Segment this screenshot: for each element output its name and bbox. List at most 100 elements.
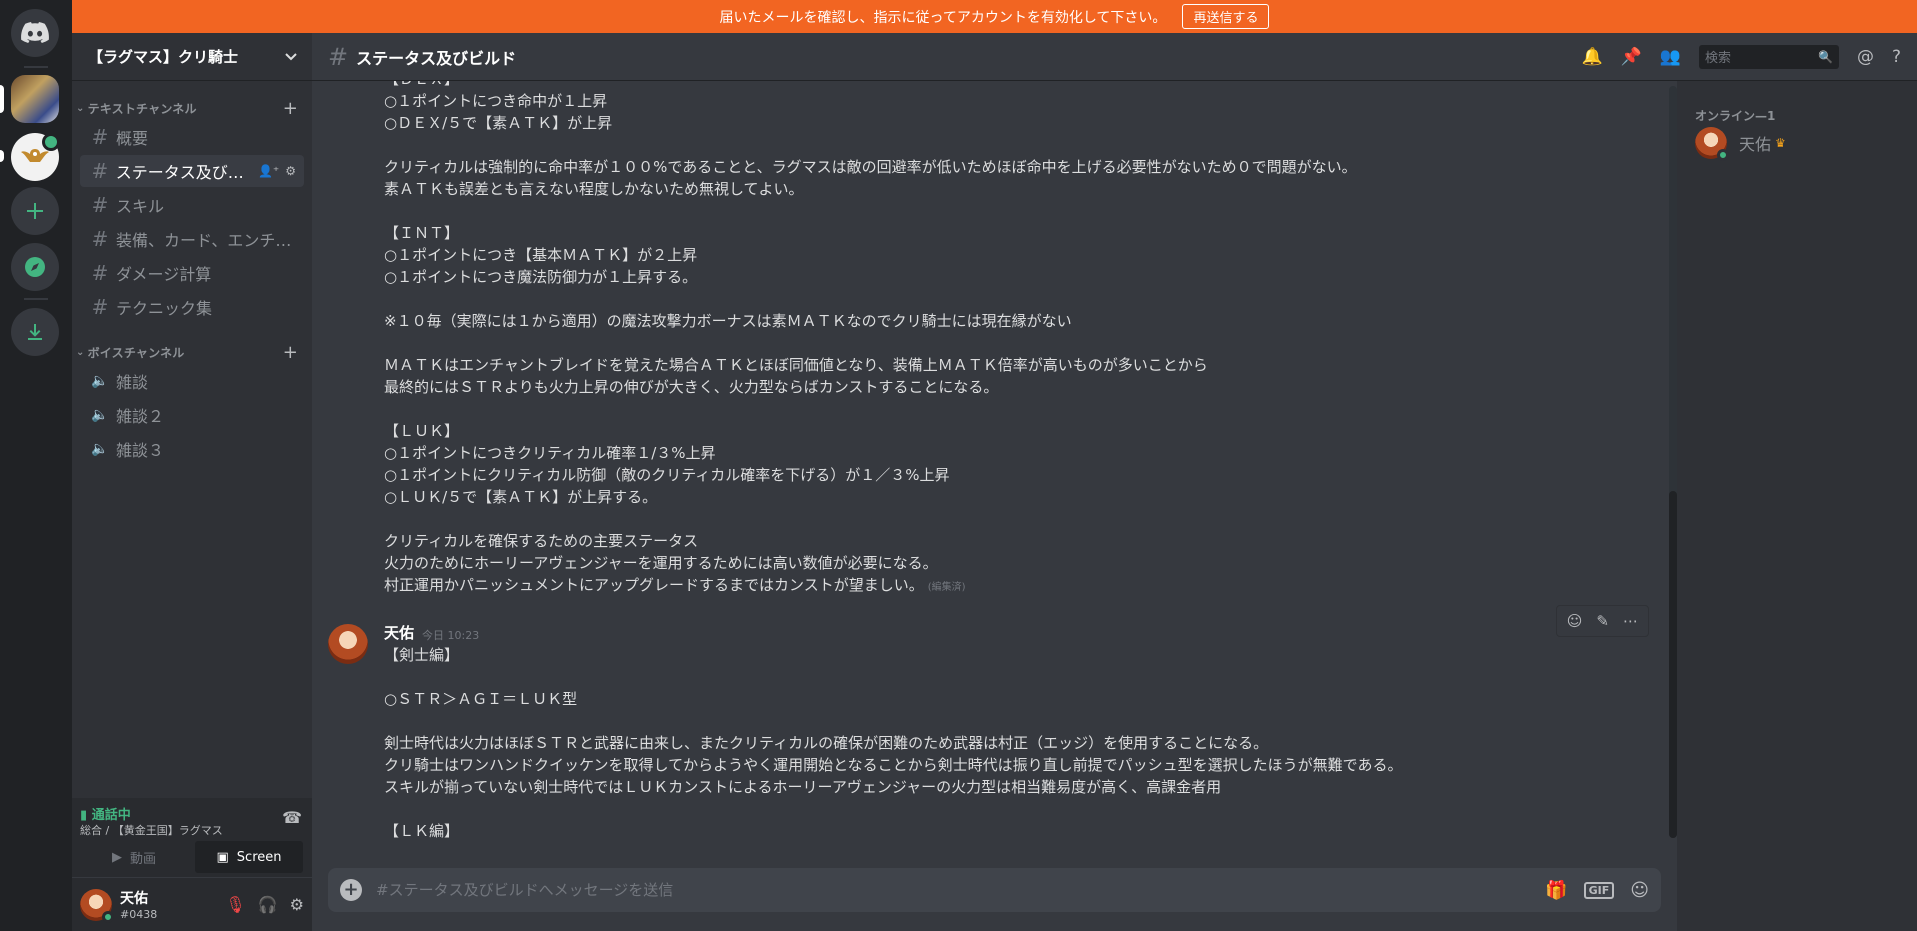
camera-icon: ▶ [111,849,122,865]
disconnect-icon[interactable]: ☎ [282,808,302,827]
hash-icon: # [91,193,109,217]
user-panel: 天佑 #0438 🎙 🎧 ⚙ [72,878,312,931]
add-server-button[interactable] [11,187,59,235]
channel-label: テクニック集 [116,299,213,318]
channel-item-equipment[interactable]: # 装備、カード、エンチ… [80,223,304,255]
message-line: ○１ポイントにつき命中が１上昇 [384,92,608,110]
bell-icon[interactable]: 🔔 [1581,47,1602,67]
add-reaction-icon[interactable]: ☺ [1567,612,1583,630]
message-line: クリ騎士はワンハンドクイッケンを取得してからようやく運用開始となることから剣士時… [384,756,1403,774]
plus-icon [27,203,43,219]
explore-servers-button[interactable] [11,243,59,291]
message-input[interactable] [376,881,1546,899]
message-line: スキルが揃っていない剣士時代ではＬＵＫカンストによるホーリーアヴェンジャーの火力… [384,778,1222,796]
user-name: 天佑 [120,891,148,907]
gif-icon[interactable]: GIF [1583,881,1615,899]
rail-separator [24,298,48,300]
message-actions: ☺ ✎ ⋯ [1555,605,1649,637]
search-input[interactable]: 検索 🔍 [1698,44,1839,69]
online-status-icon [102,910,114,923]
message-timestamp: 今日 10:23 [422,629,480,642]
gear-icon[interactable]: ⚙ [285,164,296,178]
hash-icon: # [91,261,109,285]
voice-location[interactable]: 総合 / 【黄金王国】ラグマス [80,822,223,838]
message-line: ○１ポイントにクリティカル防御（敵のクリティカル確率を下げる）が１／３%上昇 [384,466,950,484]
gift-icon[interactable]: 🎁 [1545,880,1567,901]
chevron-down-icon: ⌄ [76,346,85,358]
server-ragmas-icon[interactable] [11,75,59,123]
upload-plus-icon[interactable]: + [340,879,362,901]
message-line: 火力のためにホーリーアヴェンジャーを運用するためには高い数値が必要になる。 [384,554,938,572]
rail-separator [24,66,48,68]
message-line: ○ＬＵＫ/５で【素ＡＴＫ】が上昇する。 [384,488,658,506]
signal-icon: ▮ [80,808,88,823]
channel-label: 装備、カード、エンチ… [116,231,292,250]
message-line: 【ＩＮＴ】 [384,224,460,242]
invite-icon[interactable]: 👤⁺ [258,164,279,178]
emoji-icon[interactable]: ☺ [1630,880,1649,901]
channel-item-damage-calc[interactable]: # ダメージ計算 [80,257,304,289]
discord-logo-icon [21,22,49,43]
channel-title: ステータス及びビルド [356,48,517,68]
message-line: ＭＡＴＫはエンチャントブレイドを覚えた場合ＡＴＫとほぼ同価値となり、装備上ＭＡＴ… [384,356,1208,374]
avatar[interactable] [80,888,114,923]
online-heading: オンライン—1 [1695,109,1776,123]
notice-text: 届いたメールを確認し、指示に従ってアカウントを有効化して下さい。 [719,9,1167,26]
pin-icon[interactable]: 📌 [1621,47,1642,67]
channel-item-status-build[interactable]: # ステータス及びビ… 👤⁺ ⚙ [80,155,304,187]
message-line: ○ＳＴＲ＞ＡＧＩ＝ＬＵＫ型 [384,690,578,708]
guild-header[interactable]: 【ラグマス】クリ騎士 [72,33,312,81]
voice-status[interactable]: ▮ 通話中 [80,804,131,823]
voice-channel-item-chat3[interactable]: 🔈 雑談３ [80,433,304,465]
channel-item-overview[interactable]: # 概要 [80,121,304,153]
headphones-icon[interactable]: 🎧 [258,895,278,914]
guild-name: 【ラグマス】クリ騎士 [88,48,239,66]
search-icon: 🔍 [1818,49,1833,64]
edit-pencil-icon[interactable]: ✎ [1596,612,1609,630]
more-options-icon[interactable]: ⋯ [1623,612,1638,630]
voice-connection-panel: ▮ 通話中 総合 / 【黄金王国】ラグマス ☎ ▶ 動画 ▣ Screen [72,798,312,878]
verify-email-notice: 届いたメールを確認し、指示に従ってアカウントを有効化して下さい。 再送信する [72,0,1917,33]
mentions-icon[interactable]: @ [1857,47,1874,67]
voice-channel-item-chat1[interactable]: 🔈 雑談 [80,365,304,397]
voice-channel-item-chat2[interactable]: 🔈 雑談２ [80,399,304,431]
message-line: 剣士時代は火力はほぼＳＴＲと武器に由来し、またクリティカルの確保が困難のため武器… [384,734,1269,752]
channel-label: 雑談３ [116,441,165,460]
avatar[interactable] [328,624,368,664]
screen-share-button[interactable]: ▣ Screen [195,841,303,873]
scrollbar-thumb[interactable] [1669,491,1677,838]
channel-label: ダメージ計算 [116,265,212,284]
channel-item-techniques[interactable]: # テクニック集 [80,291,304,323]
category-voice-channels[interactable]: ⌄ ボイスチャンネル + [72,342,312,363]
online-status-icon [1717,149,1729,161]
member-item[interactable]: 天佑 ♛ [1695,127,1786,161]
create-channel-icon[interactable]: + [283,98,298,119]
user-tag: #0438 [120,908,158,921]
speaker-icon: 🔈 [91,407,109,423]
channel-item-skills[interactable]: # スキル [80,189,304,221]
message-author[interactable]: 天佑 [384,622,414,643]
resend-email-button[interactable]: 再送信する [1182,4,1270,29]
hash-icon: # [328,42,349,71]
message-line: 【剣士編】 [384,646,460,664]
avatar [1695,127,1729,161]
message-line: ○ＤＥＸ/５で【素ＡＴＫ】が上昇 [384,114,613,132]
category-text-channels[interactable]: ⌄ テキストチャンネル + [72,98,312,119]
download-apps-button[interactable] [11,308,59,356]
message-line: 村正運用かパニッシュメントにアップグレードするまではカンストが望ましい。 (編集済… [384,576,966,594]
selected-server-indicator [0,85,4,113]
help-icon[interactable]: ? [1892,47,1901,67]
video-button[interactable]: ▶ 動画 [80,841,188,873]
compass-icon [25,257,45,277]
message-composer: + 🎁 GIF ☺ [328,868,1661,912]
member-list: オンライン—1 天佑 ♛ [1677,81,1917,931]
message-line: ※１０毎（実際には１から適用）の魔法攻撃力ボーナスは素ＭＡＴＫなのでクリ騎士には… [384,312,1072,330]
create-channel-icon[interactable]: + [283,342,298,363]
members-icon[interactable]: 👥 [1660,47,1681,67]
gear-icon[interactable]: ⚙ [290,895,304,914]
mute-microphone-icon[interactable]: 🎙 [225,895,245,914]
message-line: 【ＬＫ編】 [384,822,460,840]
channel-label: 雑談 [116,373,149,392]
home-button[interactable] [11,9,59,57]
message-line: クリティカルを確保するための主要ステータス [384,532,699,550]
